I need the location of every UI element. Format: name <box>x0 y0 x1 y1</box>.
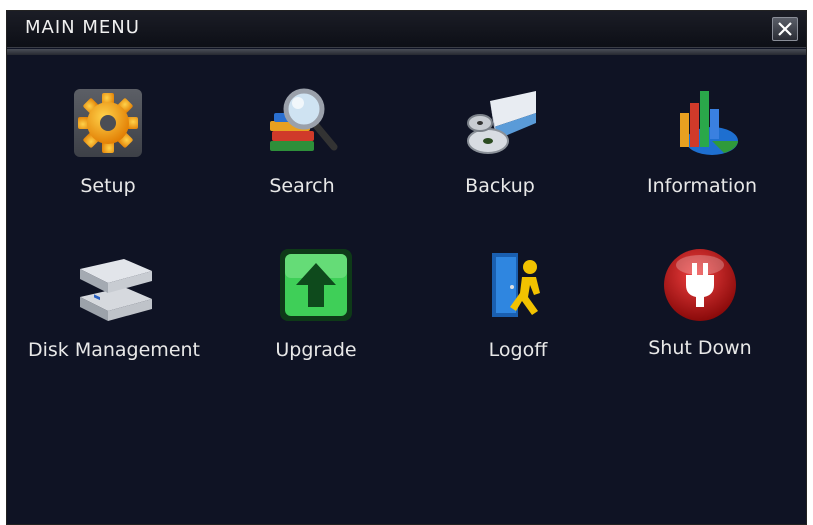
close-button[interactable] <box>772 17 798 41</box>
menu-item-label: Search <box>269 175 335 197</box>
main-menu-window: MAIN MENU Setup Search Backup Informatio… <box>6 10 807 525</box>
menu-item-label: Upgrade <box>275 339 357 361</box>
menu-item-logoff[interactable]: Logoff <box>423 245 613 375</box>
power-plug-icon <box>660 245 740 325</box>
menu-item-setup[interactable]: Setup <box>13 83 203 213</box>
disc-drive-icon <box>460 83 540 163</box>
menu-item-upgrade[interactable]: Upgrade <box>221 245 411 375</box>
close-icon <box>778 22 792 36</box>
gear-icon <box>68 83 148 163</box>
logoff-door-icon <box>478 245 558 325</box>
menu-item-shut-down[interactable]: Shut Down <box>605 245 795 375</box>
bar-chart-icon <box>662 83 742 163</box>
upgrade-arrow-icon <box>276 245 356 325</box>
menu-item-label: Setup <box>80 175 136 197</box>
menu-item-disk-management[interactable]: Disk Management <box>19 245 209 375</box>
menu-item-information[interactable]: Information <box>607 83 797 213</box>
menu-item-label: Shut Down <box>648 337 752 359</box>
menu-item-label: Information <box>647 175 757 197</box>
title-separator <box>7 49 806 55</box>
title-bar: MAIN MENU <box>7 11 806 48</box>
menu-item-backup[interactable]: Backup <box>405 83 595 213</box>
menu-item-label: Disk Management <box>27 339 200 361</box>
search-books-icon <box>262 83 342 163</box>
menu-item-label: Backup <box>465 175 535 197</box>
hard-disk-icon <box>74 245 154 325</box>
menu-item-label: Logoff <box>488 339 548 361</box>
menu-item-search[interactable]: Search <box>207 83 397 213</box>
window-title: MAIN MENU <box>25 17 140 38</box>
